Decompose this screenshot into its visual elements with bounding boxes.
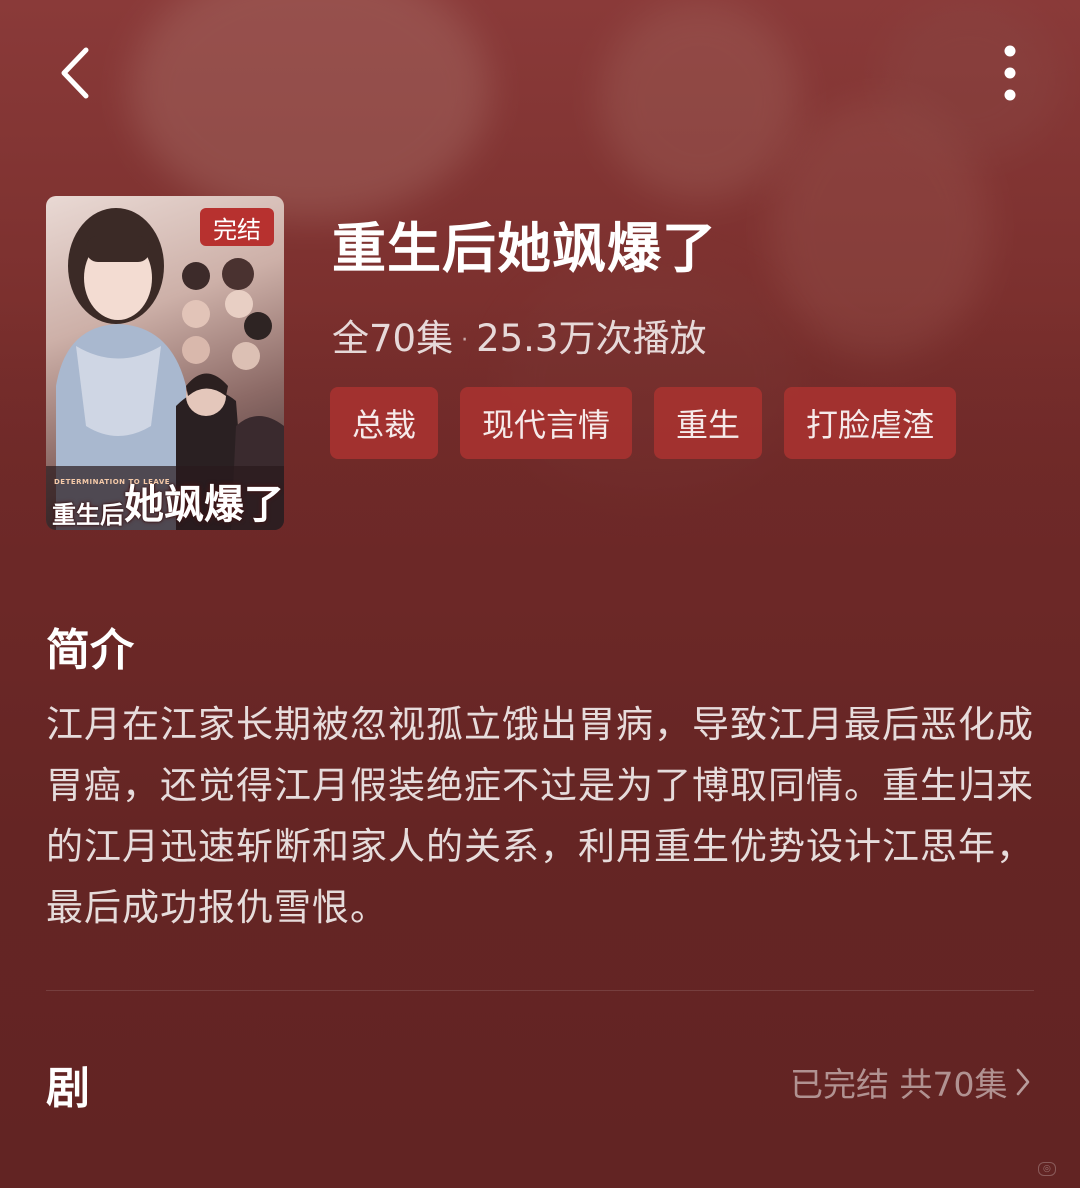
back-button[interactable] [50,45,100,105]
poster-title: DETERMINATION TO LEAVE 重生后她飒爆了 [52,472,284,530]
completed-badge: 完结 [200,208,274,246]
chevron-left-icon [58,46,92,104]
poster-subtitle: DETERMINATION TO LEAVE [54,478,171,486]
section-divider [46,990,1034,991]
genre-tags: 总裁 现代言情 重生 打脸虐渣 [330,387,957,459]
episode-count: 全70集 [332,317,454,360]
tag-ceo[interactable]: 总裁 [330,387,439,459]
drama-meta: 全70集 · 25.3万次播放 [332,308,706,362]
more-options-button[interactable] [985,40,1035,110]
play-count: 25.3万次播放 [476,317,707,360]
synopsis-text: 江月在江家长期被忽视孤立饿出胃病，导致江月最后恶化成胃癌，还觉得江月假装绝症不过… [46,703,1034,929]
poster-title-big: 她飒爆了 [124,481,284,528]
meta-separator: · [461,328,469,353]
episodes-status-link[interactable]: 已完结 共70集 [790,1058,1031,1106]
tag-rebirth[interactable]: 重生 [654,387,763,459]
drama-poster[interactable]: 完结 DETERMINATION TO LEAVE 重生后她飒爆了 [46,196,284,530]
more-vertical-icon [1003,43,1017,107]
tag-modern-romance[interactable]: 现代言情 [460,387,633,459]
tag-revenge[interactable]: 打脸虐渣 [784,387,957,459]
episodes-status: 已完结 共70集 [790,1065,1008,1104]
synopsis-heading: 简介 [46,625,134,676]
chevron-right-icon [1015,1067,1031,1097]
watermark-logo: ◎ [1038,1162,1056,1176]
drama-title: 重生后她飒爆了 [332,217,717,280]
poster-title-small: 重生后 [52,500,124,529]
episodes-heading: 剧 [46,1063,90,1114]
